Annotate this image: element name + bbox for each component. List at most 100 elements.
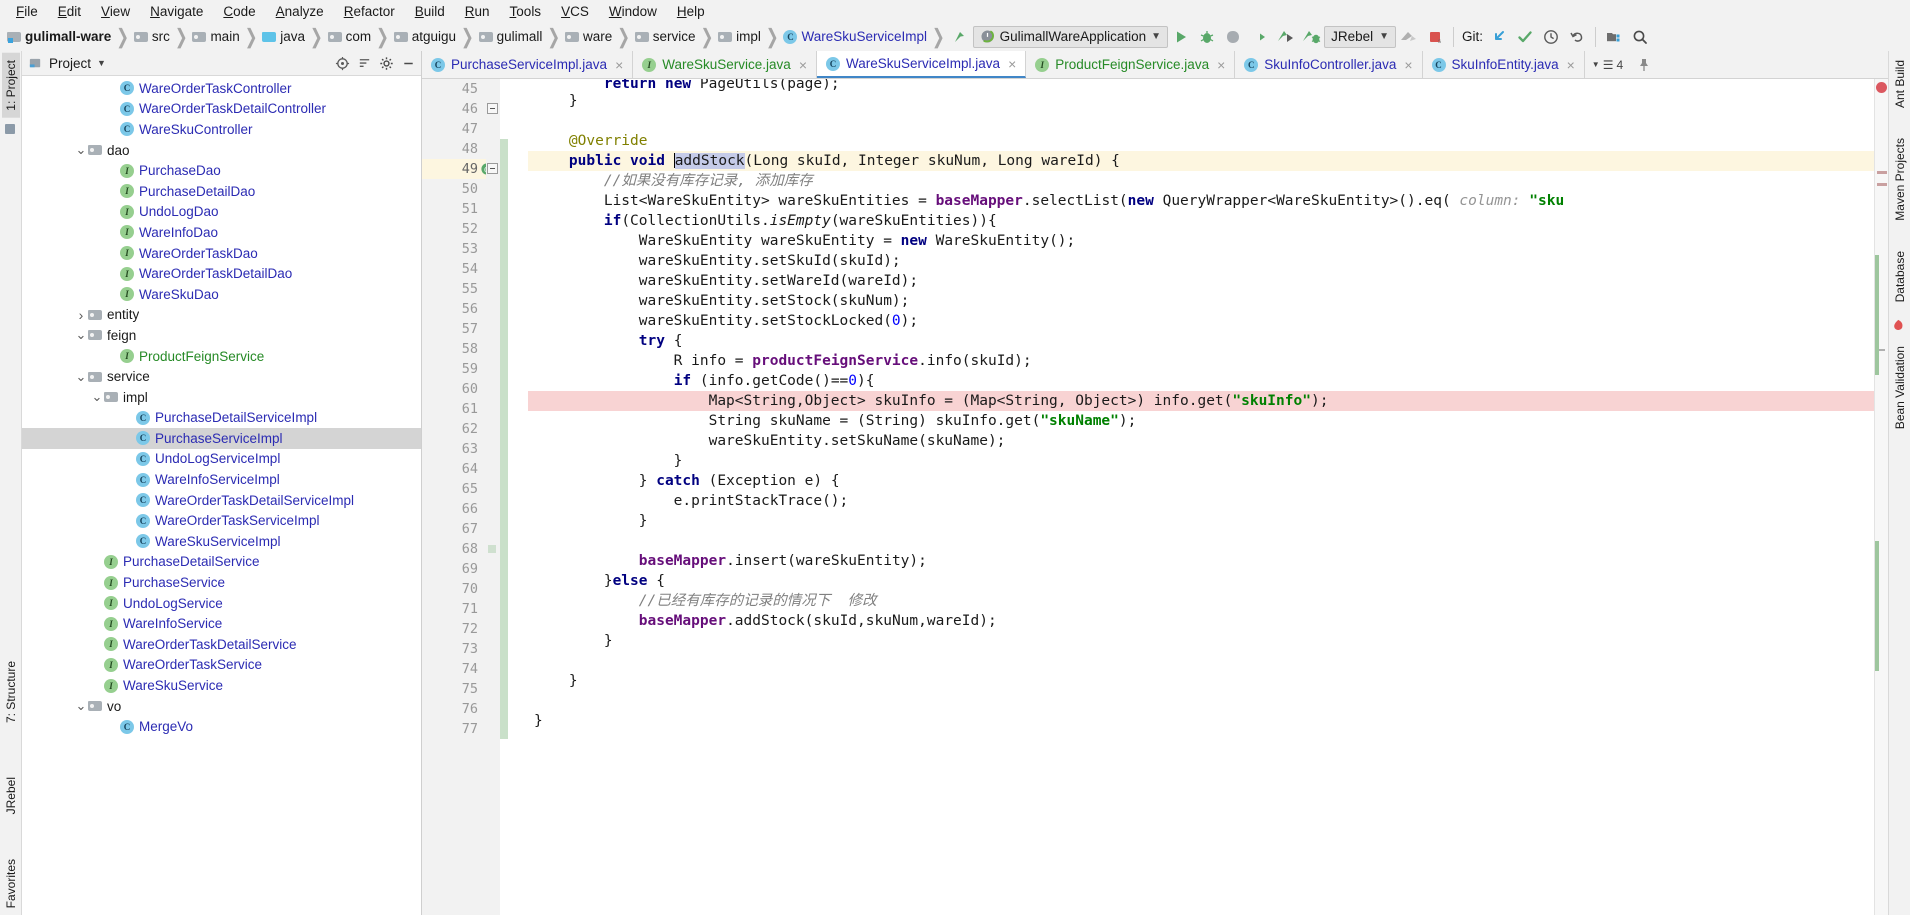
error-count-badge[interactable] (1876, 82, 1887, 93)
editor-tab-skuinfoentity[interactable]: C SkuInfoEntity.java × (1423, 51, 1585, 78)
tree-node-wareordertaskdetailservice[interactable]: I WareOrderTaskDetailService (22, 634, 421, 655)
code-line-56[interactable]: wareSkuEntity.setStock(skuNum); (528, 291, 1874, 311)
menu-item-vcs[interactable]: VCS (551, 3, 599, 20)
code-line-61[interactable]: Map<String,Object> skuInfo = (Map<String… (528, 391, 1874, 411)
code-line-58[interactable]: try { (528, 331, 1874, 351)
line-number-71[interactable]: 71 (422, 599, 486, 619)
editor-gutter[interactable]: 4546474849O50515253545556575859606162636… (422, 79, 508, 915)
code-line-76[interactable] (528, 691, 1874, 711)
fold-marker-icon[interactable] (488, 545, 496, 553)
tree-node-wareordertaskcontroller[interactable]: C WareOrderTaskController (22, 78, 421, 99)
menu-item-window[interactable]: Window (599, 3, 667, 20)
tree-node-wareordertaskdetaildao[interactable]: I WareOrderTaskDetailDao (22, 263, 421, 284)
tree-node-wareordertaskserviceimpl[interactable]: C WareOrderTaskServiceImpl (22, 510, 421, 531)
line-number-45[interactable]: 45 (422, 79, 486, 99)
code-line-69[interactable]: baseMapper.insert(wareSkuEntity); (528, 551, 1874, 571)
chevron-right-icon[interactable]: › (74, 307, 88, 323)
line-number-73[interactable]: 73 (422, 639, 486, 659)
debug-button[interactable] (1194, 25, 1220, 49)
sidebar-item-jrebel[interactable]: JRebel (2, 770, 20, 821)
close-icon[interactable]: × (1567, 57, 1575, 73)
sidebar-item-ant-build[interactable]: Ant Build (1891, 53, 1909, 115)
code-line-68[interactable] (528, 531, 1874, 551)
tree-node-wareinfodao[interactable]: I WareInfoDao (22, 222, 421, 243)
breadcrumb-item-wareskuserviceimpl[interactable]: C WareSkuServiceImpl (780, 28, 930, 45)
attach-debugger-icon[interactable] (1396, 25, 1422, 49)
close-icon[interactable]: × (1008, 56, 1016, 72)
code-line-53[interactable]: WareSkuEntity wareSkuEntity = new WareSk… (528, 231, 1874, 251)
tree-node-entity[interactable]: › entity (22, 305, 421, 326)
stop-button[interactable]: s (1422, 25, 1448, 49)
menu-item-edit[interactable]: Edit (48, 3, 91, 20)
close-icon[interactable]: × (1217, 57, 1225, 73)
line-number-64[interactable]: 64 (422, 459, 486, 479)
code-line-70[interactable]: }else { (528, 571, 1874, 591)
vcs-rollback-icon[interactable] (1564, 25, 1590, 49)
line-number-60[interactable]: 60 (422, 379, 486, 399)
menu-item-view[interactable]: View (91, 3, 140, 20)
menu-item-code[interactable]: Code (213, 3, 265, 20)
chevron-down-icon[interactable]: ▼ (1592, 60, 1600, 69)
project-structure-icon[interactable] (1601, 25, 1627, 49)
chevron-down-icon[interactable]: ▼ (97, 58, 106, 68)
tree-node-wareordertaskdetailcontroller[interactable]: C WareOrderTaskDetailController (22, 99, 421, 120)
tree-node-feign[interactable]: ⌄ feign (22, 325, 421, 346)
breadcrumb-item-main[interactable]: main (189, 28, 242, 45)
menu-item-refactor[interactable]: Refactor (334, 3, 405, 20)
code-line-45[interactable]: return new PageUtils(page); (528, 79, 1874, 91)
code-line-48[interactable]: @Override (528, 131, 1874, 151)
stripe-mark-warning-2[interactable] (1877, 183, 1887, 186)
code-line-66[interactable]: e.printStackTrace(); (528, 491, 1874, 511)
tree-node-vo[interactable]: ⌄ vo (22, 696, 421, 717)
tree-node-purchasedao[interactable]: I PurchaseDao (22, 160, 421, 181)
code-line-51[interactable]: List<WareSkuEntity> wareSkuEntities = ba… (528, 191, 1874, 211)
line-number-54[interactable]: 54 (422, 259, 486, 279)
code-line-46[interactable]: } (528, 91, 1874, 111)
tree-node-purchaseserviceimpl[interactable]: C PurchaseServiceImpl (22, 428, 421, 449)
line-number-67[interactable]: 67 (422, 519, 486, 539)
make-project-icon[interactable] (947, 25, 973, 49)
code-line-55[interactable]: wareSkuEntity.setWareId(wareId); (528, 271, 1874, 291)
breadcrumb-item-gulimall-ware[interactable]: gulimall-ware (4, 28, 114, 45)
tree-node-purchasedetaildao[interactable]: I PurchaseDetailDao (22, 181, 421, 202)
tree-node-mergevo[interactable]: C MergeVo (22, 716, 421, 737)
tree-node-wareinfoservice[interactable]: I WareInfoService (22, 613, 421, 634)
breadcrumb-item-atguigu[interactable]: atguigu (391, 28, 459, 45)
code-line-63[interactable]: wareSkuEntity.setSkuName(skuName); (528, 431, 1874, 451)
project-tree[interactable]: C WareOrderTaskController C WareOrderTaskDe… (22, 76, 421, 915)
close-icon[interactable]: × (1404, 57, 1412, 73)
line-number-77[interactable]: 77 (422, 719, 486, 739)
line-number-52[interactable]: 52 (422, 219, 486, 239)
line-number-76[interactable]: 76 (422, 699, 486, 719)
breadcrumb-item-ware[interactable]: ware (562, 28, 615, 45)
line-number-53[interactable]: 53 (422, 239, 486, 259)
line-number-59[interactable]: 59 (422, 359, 486, 379)
line-number-70[interactable]: 70 (422, 579, 486, 599)
editor-tab-wareskuserviceimpl[interactable]: C WareSkuServiceImpl.java × (817, 51, 1027, 78)
editor-tab-productfeignservice[interactable]: I ProductFeignService.java × (1026, 51, 1236, 78)
line-number-56[interactable]: 56 (422, 299, 486, 319)
sidebar-item-database[interactable]: Database (1891, 244, 1909, 309)
breadcrumb-item-com[interactable]: com (325, 28, 375, 45)
code-folding-bar[interactable] (486, 79, 500, 915)
editor-tab-wareskuservice[interactable]: I WareSkuService.java × (633, 51, 817, 78)
breadcrumb-item-src[interactable]: src (131, 28, 173, 45)
stripe-mark-warning[interactable] (1877, 171, 1887, 174)
chevron-down-icon[interactable]: ▼ (1379, 31, 1389, 42)
line-number-65[interactable]: 65 (422, 479, 486, 499)
menu-item-tools[interactable]: Tools (500, 3, 552, 20)
code-text-area[interactable]: return new PageUtils(page); } @Override … (508, 79, 1874, 915)
line-number-62[interactable]: 62 (422, 419, 486, 439)
chevron-down-icon[interactable]: ▼ (1151, 31, 1161, 42)
code-line-60[interactable]: if (info.getCode()==0){ (528, 371, 1874, 391)
code-line-71[interactable]: //已经有库存的记录的情况下 修改 (528, 591, 1874, 611)
code-line-54[interactable]: wareSkuEntity.setSkuId(skuId); (528, 251, 1874, 271)
tree-node-wareordertaskservice[interactable]: I WareOrderTaskService (22, 655, 421, 676)
menu-item-navigate[interactable]: Navigate (140, 3, 213, 20)
tree-node-wareordertaskdao[interactable]: I WareOrderTaskDao (22, 243, 421, 264)
tab-list-icon[interactable]: ☰ (1603, 58, 1614, 72)
search-everywhere-icon[interactable] (1627, 25, 1653, 49)
tree-node-purchasedetailservice[interactable]: I PurchaseDetailService (22, 552, 421, 573)
tree-node-service[interactable]: ⌄ service (22, 366, 421, 387)
line-number-50[interactable]: 50 (422, 179, 486, 199)
